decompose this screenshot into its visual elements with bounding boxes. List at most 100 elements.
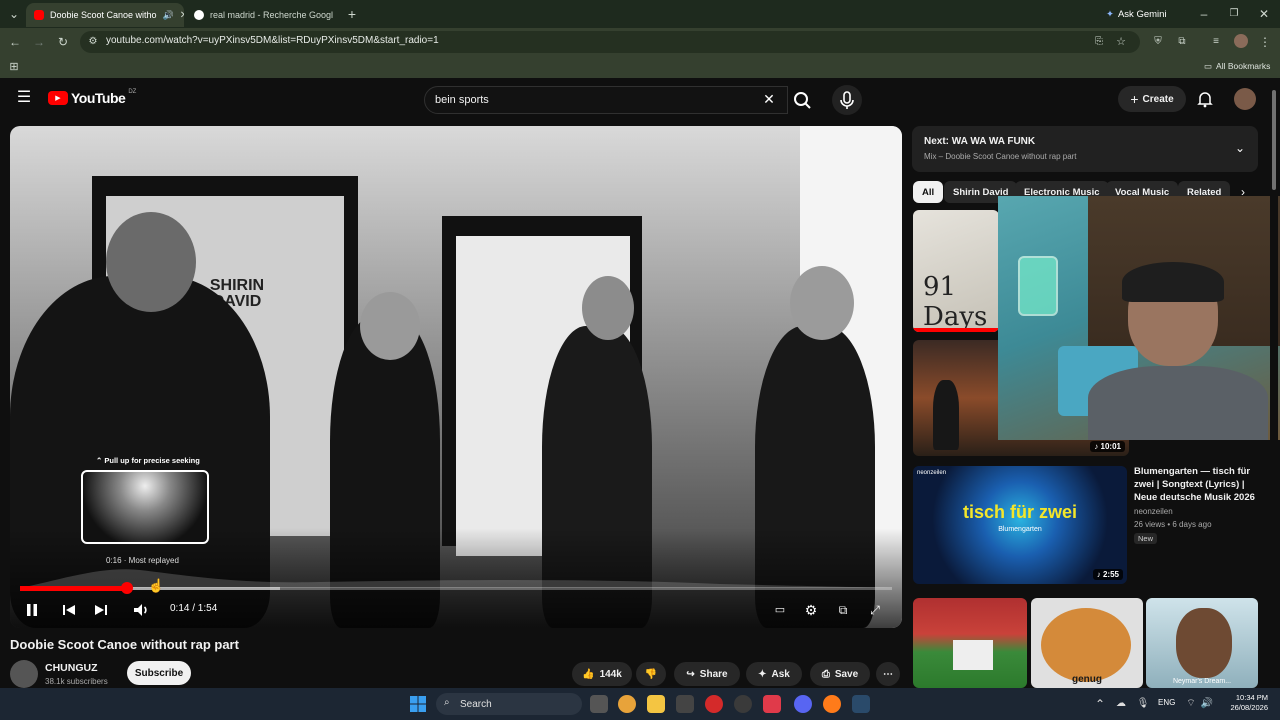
reload-icon[interactable]: ↻ (54, 34, 72, 50)
miniplayer-button[interactable]: ⧉ (831, 598, 855, 622)
close-tab-icon[interactable]: ✕ (333, 10, 338, 21)
browser-tab-strip: ⌄ Doobie Scoot Canoe witho 🔊 ✕ real madr… (0, 0, 1280, 28)
firefox-icon[interactable] (823, 695, 841, 713)
short-caption: genug (1072, 674, 1102, 685)
next-button[interactable] (89, 598, 113, 622)
create-button[interactable]: + Create (1118, 86, 1186, 112)
search-button[interactable] (784, 86, 820, 114)
tab-title: real madrid - Recherche Googl (210, 10, 334, 20)
volume-button[interactable] (129, 598, 153, 622)
file-explorer-icon[interactable] (647, 695, 665, 713)
recommendation-thumbnail[interactable]: 91 Days (913, 210, 999, 332)
discord-icon[interactable] (794, 695, 812, 713)
apps-grid-icon[interactable]: ⊞ (6, 59, 22, 75)
forward-icon[interactable]: → (30, 34, 48, 50)
tray-cloud-icon[interactable]: ☁ (1114, 696, 1128, 712)
chevron-down-icon[interactable]: ⌄ (1232, 140, 1248, 156)
clock[interactable]: 10:34 PM 26/08/2026 (1218, 693, 1268, 713)
account-avatar[interactable] (1234, 88, 1256, 110)
close-tab-icon[interactable]: ✕ (174, 10, 184, 21)
cartoon-face (1041, 608, 1131, 682)
youtube-wordmark: YouTube (71, 90, 126, 106)
time-display: 0:14 / 1:54 (170, 603, 218, 614)
menu-dots-icon[interactable]: ⋮ (1258, 34, 1272, 50)
page-scrollbar[interactable] (1270, 82, 1278, 688)
duration-text: 10:01 (1100, 442, 1121, 451)
tray-chevron-up-icon[interactable]: ⌃ (1094, 696, 1106, 712)
clear-search-icon[interactable]: ✕ (759, 91, 779, 107)
wifi-icon[interactable]: ⌔ (1184, 696, 1198, 712)
short-thumbnail[interactable]: genug (1031, 598, 1143, 688)
profile-avatar[interactable] (1234, 34, 1248, 48)
windows-start-icon[interactable] (410, 696, 426, 712)
video-player[interactable]: SHIRIN DAVID ⌃ Pull up for precise seeki… (10, 126, 902, 628)
omnibox[interactable]: ⚙ youtube.com/watch?v=uyPXinsv5DM&list=R… (80, 31, 1140, 53)
dislike-button[interactable]: 👎 (636, 662, 666, 686)
short-thumbnail[interactable] (913, 598, 1027, 688)
volume-tray-icon[interactable]: 🔊 (1200, 696, 1214, 712)
install-app-icon[interactable]: ⎘ (1092, 34, 1106, 50)
minimize-icon[interactable]: – (1196, 6, 1212, 22)
save-label: Save (834, 668, 859, 680)
tab-google[interactable]: real madrid - Recherche Googl ✕ (186, 3, 338, 27)
tab-search-icon[interactable]: ⌄ (6, 6, 22, 22)
subscribe-button[interactable]: Subscribe (127, 661, 191, 685)
url-text[interactable]: youtube.com/watch?v=uyPXinsv5DM&list=RDu… (106, 35, 439, 46)
channel-name[interactable]: CHUNGUZ (45, 662, 98, 674)
previous-button[interactable] (57, 598, 81, 622)
notifications-button[interactable] (1196, 90, 1214, 108)
captions-button[interactable]: ▭ (768, 598, 792, 622)
close-window-icon[interactable]: ✕ (1256, 6, 1272, 22)
hamburger-menu-icon[interactable]: ☰ (14, 90, 34, 106)
taskbar-search[interactable]: ⌕ Search (436, 693, 582, 715)
like-button[interactable]: 👍 144k (572, 662, 632, 686)
save-button[interactable]: ⎙ Save (810, 662, 870, 686)
extensions-icon[interactable]: ⧉ (1174, 34, 1190, 50)
gemini-icon: ✦ (1106, 8, 1114, 20)
thumbs-down-icon: 👎 (644, 668, 658, 680)
recommendation-title[interactable]: Blumengarten — tisch für zwei | Songtext… (1134, 465, 1260, 504)
shield-icon[interactable]: ⛨ (1150, 34, 1166, 50)
more-actions-button[interactable]: ⋯ (876, 662, 900, 686)
scrollbar-thumb[interactable] (1272, 90, 1276, 190)
task-view-icon[interactable] (590, 695, 608, 713)
restore-icon[interactable]: ❐ (1226, 6, 1242, 22)
video-frame[interactable]: SHIRIN DAVID (10, 126, 902, 628)
media-controls-icon[interactable]: ≡ (1208, 34, 1224, 50)
person-3-head (582, 276, 634, 340)
share-button[interactable]: ↪ Share (674, 662, 740, 686)
speaker-icon[interactable]: 🔊 (163, 10, 174, 21)
up-next-title: WA WA WA FUNK (951, 136, 1036, 147)
duration-badge: ♪ 10:01 (1090, 441, 1125, 452)
bookmark-icon: ⎙ (821, 668, 830, 680)
voice-search-button[interactable] (832, 85, 862, 115)
search-input[interactable]: bein sports ✕ (424, 86, 788, 114)
bookmark-star-icon[interactable]: ☆ (1114, 34, 1128, 50)
pause-button[interactable] (20, 598, 44, 622)
recommendation-thumbnail[interactable]: neonzeilen tisch für zwei Blumengarten ♪… (913, 466, 1127, 584)
app-icon[interactable] (676, 695, 694, 713)
tray-mic-icon[interactable]: 🎙 (1136, 696, 1150, 712)
steam-icon[interactable] (852, 695, 870, 713)
recommendation-channel[interactable]: neonzeilen (1134, 507, 1173, 516)
fullscreen-button[interactable]: ⤢ (863, 598, 887, 622)
youtube-logo[interactable]: ▶ YouTube DZ (48, 89, 136, 106)
chrome-icon[interactable] (618, 695, 636, 713)
ask-button[interactable]: ✦ Ask (746, 662, 802, 686)
scrubber-handle[interactable] (121, 582, 134, 594)
ask-gemini-button[interactable]: ✦ Ask Gemini (1106, 5, 1176, 23)
back-icon[interactable]: ← (6, 34, 24, 50)
tab-youtube[interactable]: Doobie Scoot Canoe witho 🔊 ✕ (26, 3, 184, 27)
chip-all[interactable]: All (913, 181, 944, 203)
settings-button[interactable]: ⚙ (799, 598, 823, 622)
app-icon[interactable] (734, 695, 752, 713)
up-next-panel[interactable]: Next: WA WA WA FUNK Mix – Doobie Scoot C… (912, 126, 1258, 172)
short-thumbnail[interactable]: Neymar's Dream... (1146, 598, 1258, 688)
all-bookmarks-button[interactable]: ▭ All Bookmarks (1204, 61, 1270, 72)
site-info-icon[interactable]: ⚙ (86, 34, 100, 50)
language-indicator[interactable]: ENG (1158, 698, 1175, 707)
channel-avatar[interactable] (10, 660, 38, 688)
new-tab-icon[interactable]: + (344, 6, 360, 22)
app-icon[interactable] (763, 695, 781, 713)
opera-icon[interactable] (705, 695, 723, 713)
